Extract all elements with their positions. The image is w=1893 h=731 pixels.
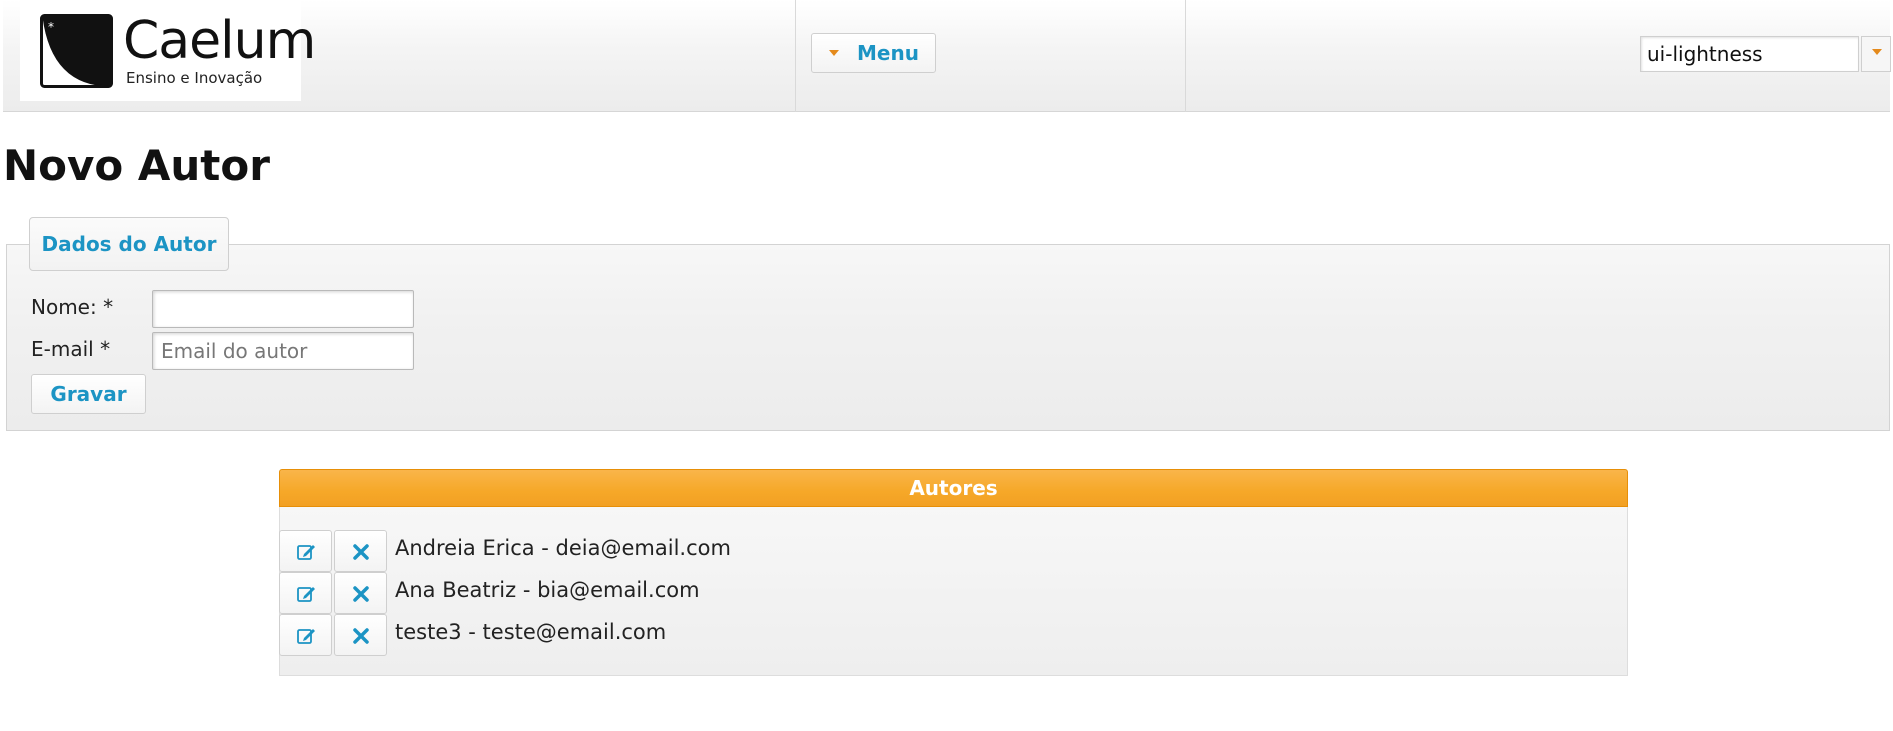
email-field[interactable] — [152, 332, 414, 370]
edit-button[interactable] — [279, 614, 332, 656]
theme-switcher-input[interactable]: ui-lightness — [1640, 36, 1859, 72]
author-entry-text: teste3 - teste@email.com — [395, 620, 667, 644]
delete-button[interactable] — [334, 530, 387, 572]
theme-switcher-dropdown-button[interactable] — [1861, 36, 1891, 72]
delete-button[interactable] — [334, 614, 387, 656]
caelum-logo-mark-icon: * — [40, 14, 113, 88]
pencil-square-icon — [297, 629, 315, 644]
save-button[interactable]: Gravar — [31, 374, 146, 414]
edit-button[interactable] — [279, 530, 332, 572]
close-x-icon — [353, 544, 369, 560]
top-toolbar: * Caelum Ensino e Inovação Menu ui-light… — [3, 0, 1891, 112]
name-label: Nome: * — [31, 295, 114, 319]
page-title: Novo Autor — [3, 141, 270, 190]
edit-button[interactable] — [279, 572, 332, 614]
pencil-square-icon — [297, 545, 315, 560]
toolbar-divider — [1185, 0, 1186, 112]
svg-text:*: * — [48, 20, 54, 34]
author-entry-text: Ana Beatriz - bia@email.com — [395, 578, 700, 602]
logo-brand-text: Caelum — [123, 11, 316, 71]
logo-tagline: Ensino e Inovação — [126, 69, 263, 87]
delete-button[interactable] — [334, 572, 387, 614]
pencil-square-icon — [297, 587, 315, 602]
author-entry-text: Andreia Erica - deia@email.com — [395, 536, 731, 560]
author-form-legend: Dados do Autor — [29, 217, 229, 271]
triangle-down-icon — [1872, 49, 1882, 55]
triangle-down-icon — [829, 50, 839, 56]
toolbar-divider — [795, 0, 796, 112]
name-field[interactable] — [152, 290, 414, 328]
menu-button-label: Menu — [857, 41, 919, 65]
caelum-logo[interactable]: * Caelum Ensino e Inovação — [20, 0, 316, 101]
email-label: E-mail * — [31, 337, 111, 361]
close-x-icon — [353, 586, 369, 602]
autores-list-header: Autores — [279, 469, 1628, 507]
close-x-icon — [353, 628, 369, 644]
menu-button[interactable]: Menu — [811, 33, 936, 73]
